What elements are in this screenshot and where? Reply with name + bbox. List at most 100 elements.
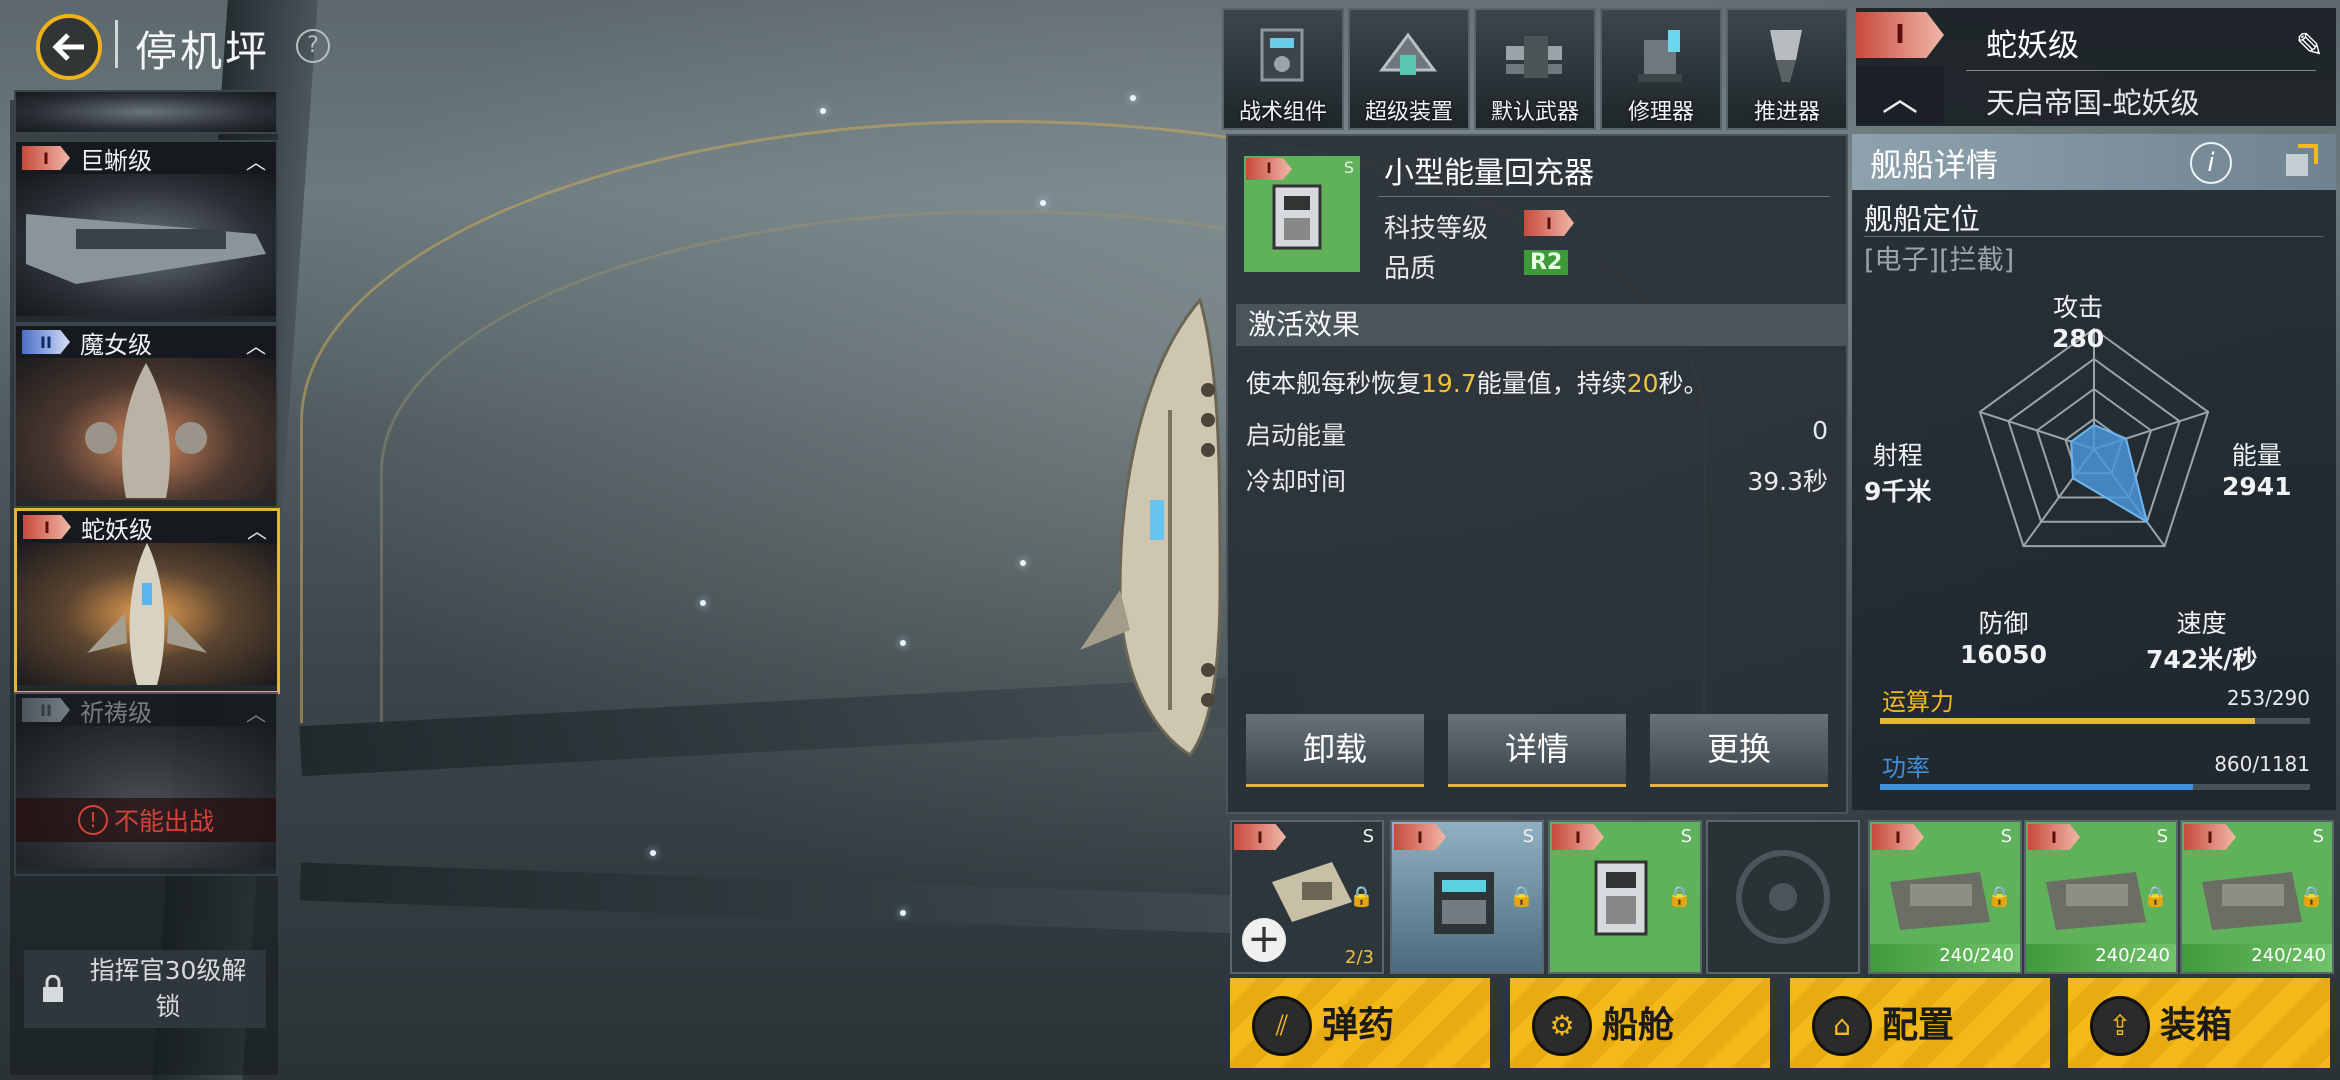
replace-button[interactable]: 更换 (1650, 714, 1828, 787)
tab-super-device[interactable]: 超级装置 (1348, 8, 1470, 130)
chevron-up-icon[interactable]: ︿ (247, 515, 267, 544)
divider (1966, 70, 2316, 71)
tab-label: 超级装置 (1364, 100, 1453, 125)
cooldown-value: 39.3秒 (1747, 467, 1828, 496)
effect-description: 使本舰每秒恢复19.7能量值，持续20秒。 (1246, 369, 1709, 398)
config-button[interactable]: ⌂ 配置 (1790, 978, 2050, 1068)
ship-item-partial[interactable] (14, 90, 278, 134)
lock-icon (43, 975, 63, 1002)
light-dot (650, 850, 656, 856)
tab-label: 战术组件 (1238, 100, 1327, 125)
tier-badge: I (1394, 824, 1446, 850)
cooldown-label: 冷却时间 (1246, 467, 1347, 496)
tab-repair[interactable]: 修理器 (1600, 8, 1722, 130)
slot-size-label: S (2000, 826, 2012, 847)
module-slot-7[interactable]: I S 🔒 240/240 (2180, 820, 2334, 974)
tier-badge: I (22, 146, 70, 170)
chevron-up-icon[interactable]: ︿ (246, 146, 266, 175)
ship-class-name: 蛇妖级 (1986, 28, 2079, 64)
ship-item-monv[interactable]: II 魔女级 ︿ (14, 324, 278, 508)
chevron-up-icon[interactable]: ︿ (246, 330, 266, 359)
slot-size-label: S (1362, 826, 1374, 847)
alert-icon: ! (77, 805, 108, 835)
ship-item-sheyao[interactable]: I 蛇妖级 ︿ (14, 508, 280, 694)
ship-item-header: I 蛇妖级 ︿ (17, 511, 277, 544)
power-label: 功率 (1882, 754, 1930, 782)
tab-tactical[interactable]: 战术组件 (1222, 8, 1344, 130)
ship-thumbnail (16, 174, 276, 316)
ammo-button[interactable]: ⫽ 弹药 (1230, 978, 1490, 1068)
tab-thruster[interactable]: 推进器 (1726, 8, 1848, 130)
config-label: 配置 (1882, 1005, 1955, 1046)
chevron-up-icon[interactable]: ︿ (1856, 66, 1944, 124)
slot-size-label: S (2156, 826, 2168, 847)
ship-name: 蛇妖级 (81, 515, 153, 544)
warning-text: 不能出战 (113, 807, 214, 836)
ship-thumbnail: ! 不能出战 (16, 726, 276, 868)
ship-list[interactable]: I 巨蜥级 ︿ II 魔女级 ︿ I 蛇妖级 ︿ II 祈祷级 ︿ ! 不能出战 (10, 90, 280, 1075)
role-label: 舰船定位 (1864, 202, 1981, 236)
start-energy-value: 0 (1812, 416, 1828, 445)
help-icon[interactable]: ? (296, 29, 330, 63)
start-energy-label: 启动能量 (1246, 421, 1347, 450)
ship-detail-header: 舰船详情 i (1852, 134, 2336, 190)
tier-badge: I (23, 515, 71, 539)
ship-item-qidao[interactable]: II 祈祷级 ︿ ! 不能出战 (14, 692, 278, 876)
add-icon[interactable]: + (1242, 918, 1286, 962)
power-value: 860/1181 (2214, 752, 2310, 776)
tab-default-weapon[interactable]: 默认武器 (1474, 8, 1596, 130)
edit-icon[interactable]: ✎ (2296, 26, 2325, 66)
ship-item-header: II 祈祷级 ︿ (16, 694, 276, 727)
tier-badge: I (2184, 824, 2236, 850)
quality-label: 品质 (1384, 254, 1437, 284)
info-icon[interactable]: i (2190, 142, 2232, 184)
cabin-label: 船舱 (1602, 1005, 1675, 1046)
empty-slot-icon (1736, 850, 1830, 944)
ship-item-jutuo[interactable]: I 巨蜥级 ︿ (14, 140, 278, 324)
tier-badge: I (1552, 824, 1604, 850)
lock-icon: 🔒 (1349, 884, 1374, 908)
module-slot-2[interactable]: I S 🔒 (1390, 820, 1544, 974)
tier-badge: II (22, 330, 70, 354)
module-slot-6[interactable]: I S 🔒 240/240 (2024, 820, 2178, 974)
cabin-button[interactable]: ⚙ 船舱 (1510, 978, 1770, 1068)
expand-icon[interactable] (2284, 144, 2318, 178)
crate-label: 装箱 (2160, 1005, 2233, 1046)
unload-button[interactable]: 卸载 (1246, 714, 1424, 787)
module-slot-1[interactable]: I S 🔒 + 2/3 (1230, 820, 1384, 974)
module-name: 小型能量回充器 (1384, 156, 1594, 191)
back-button[interactable] (36, 14, 102, 80)
module-slot-3[interactable]: I S 🔒 (1548, 820, 1702, 974)
hangar-beam (299, 862, 1301, 936)
details-button[interactable]: 详情 (1448, 714, 1626, 787)
default-weapon-icon (1506, 36, 1562, 78)
light-dot (820, 108, 826, 114)
hp-value: 240/240 (1939, 945, 2014, 966)
slot-count: 2/3 (1345, 947, 1374, 968)
module-slot-empty[interactable] (1706, 820, 1860, 974)
divider (1378, 196, 1830, 197)
compute-label: 运算力 (1882, 688, 1954, 716)
chevron-up-icon[interactable]: ︿ (246, 698, 266, 727)
stat-energy: 能量 2941 (2222, 441, 2292, 501)
light-dot (1040, 200, 1046, 206)
tier-badge: I (2028, 824, 2080, 850)
power-bar (1880, 784, 2310, 790)
slot-size-label: S (1522, 826, 1534, 847)
ship-image (87, 543, 207, 685)
cooldown-row: 冷却时间 39.3秒 (1246, 462, 1828, 498)
module-icon: I S (1244, 156, 1360, 272)
ship-detail-title: 舰船详情 (1870, 146, 1999, 184)
lock-icon: 🔒 (1667, 884, 1692, 908)
locked-slot[interactable]: 指挥官30级解锁 (24, 950, 266, 1028)
stat-defense: 防御 16050 (1960, 609, 2047, 669)
module-slot-5[interactable]: I S 🔒 240/240 (1868, 820, 2022, 974)
slot-size-label: S (1680, 826, 1692, 847)
crate-button[interactable]: ⇪ 装箱 (2068, 978, 2330, 1068)
thruster-icon (1770, 30, 1802, 82)
lock-icon: 🔒 (1987, 884, 2012, 908)
light-dot (900, 640, 906, 646)
role-tags: [电子][拦截] (1864, 245, 2015, 276)
unlock-requirement: 指挥官30级解锁 (89, 956, 247, 1021)
ship-item-header: II 魔女级 ︿ (16, 326, 276, 359)
